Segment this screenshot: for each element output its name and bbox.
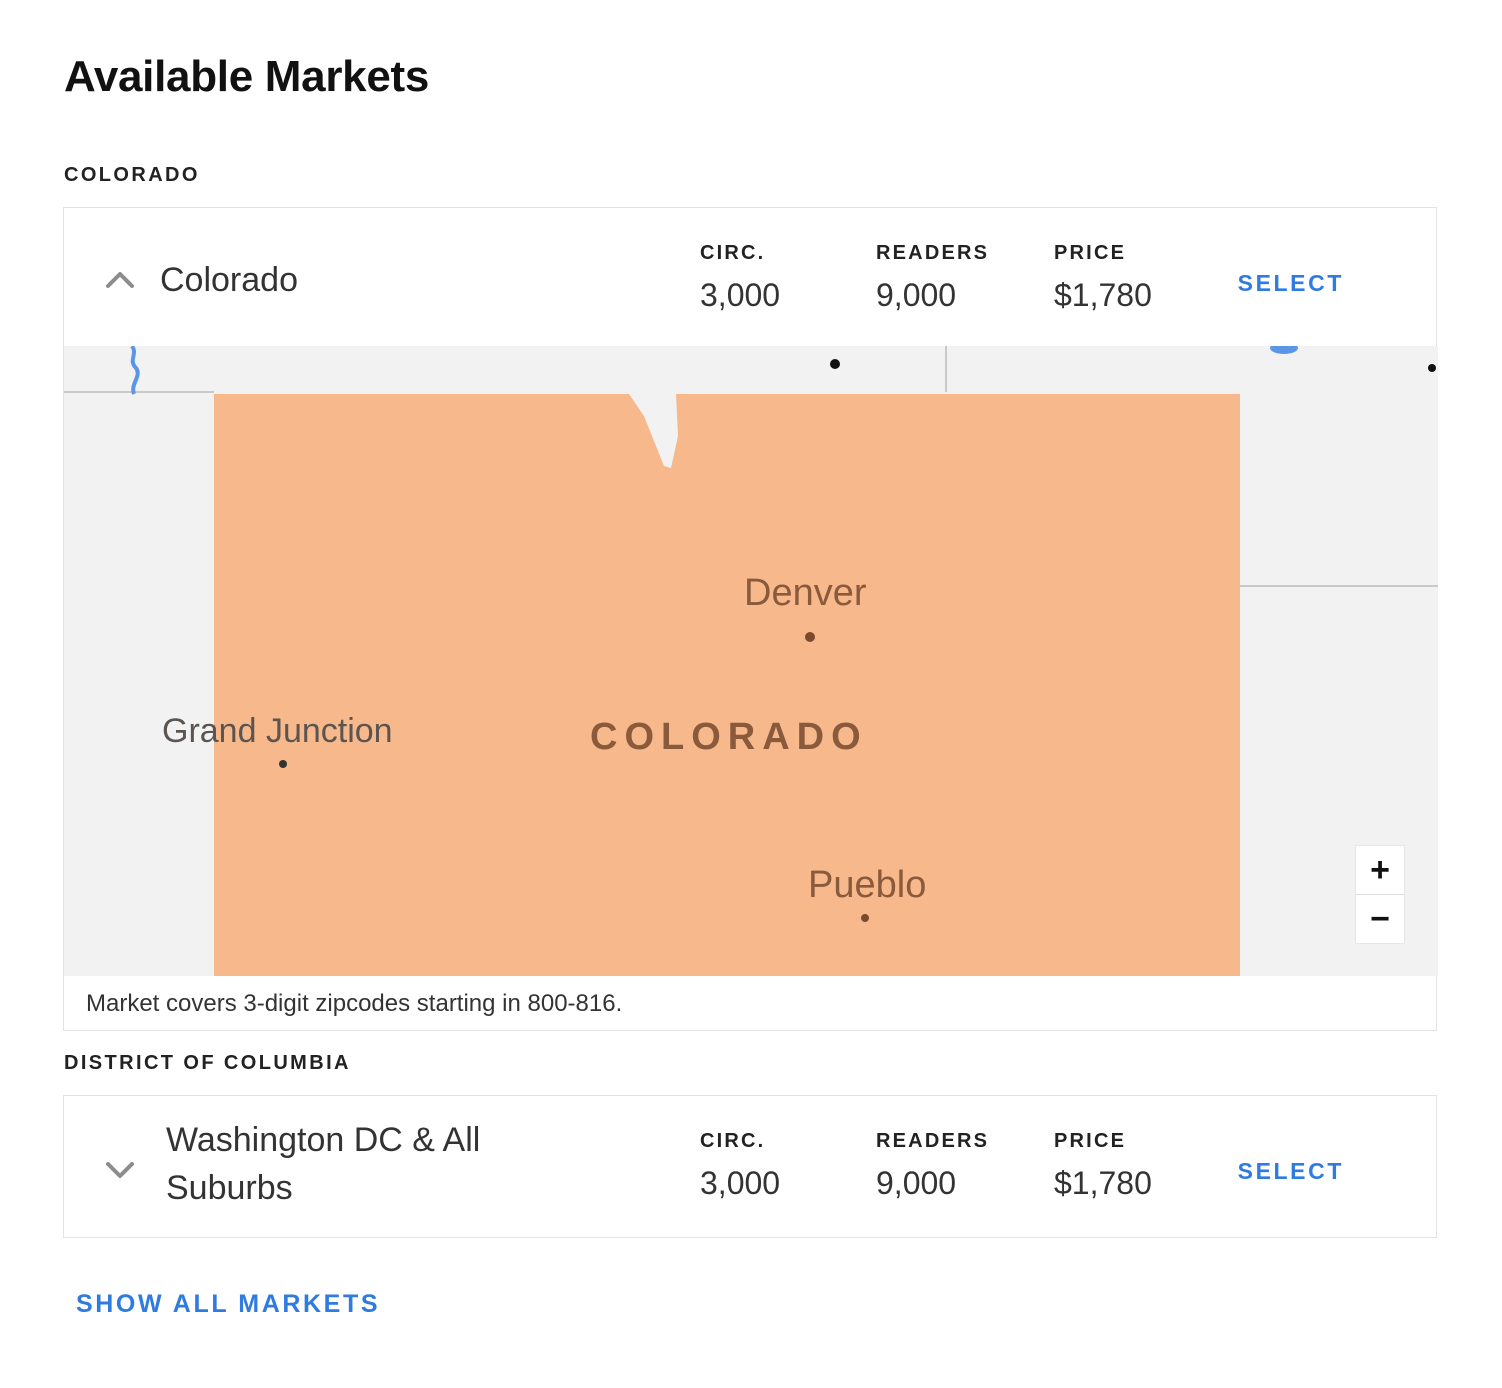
price-value: $1,780 — [1054, 277, 1152, 313]
price-stat: PRICE $1,780 — [1054, 242, 1152, 314]
price-stat: PRICE $1,780 — [1054, 1130, 1152, 1202]
readers-stat: READERS 9,000 — [876, 242, 989, 314]
readers-value: 9,000 — [876, 1165, 957, 1201]
market-row-colorado[interactable]: Colorado CIRC. 3,000 READERS 9,000 PRICE… — [64, 208, 1436, 346]
chevron-up-icon[interactable] — [104, 264, 136, 296]
circ-stat: CIRC. 3,000 — [700, 242, 780, 314]
page-title: Available Markets — [64, 52, 430, 101]
section-heading-colorado: COLORADO — [64, 164, 200, 186]
market-card-dc: Washington DC & All Suburbs CIRC. 3,000 … — [63, 1095, 1437, 1238]
readers-label: READERS — [876, 242, 990, 264]
map-city-label: Pueblo — [808, 864, 927, 906]
zoom-in-button[interactable]: + — [1356, 846, 1404, 894]
map-city-label: Grand Junction — [162, 712, 393, 750]
circ-label: CIRC. — [700, 242, 766, 264]
colorado-region — [214, 394, 1240, 976]
circ-value: 3,000 — [700, 277, 781, 313]
zoom-controls: + − — [1356, 846, 1404, 943]
market-map[interactable]: Denver Grand Junction Pueblo COLORADO + … — [64, 346, 1438, 976]
price-label: PRICE — [1054, 242, 1127, 264]
map-coverage-note: Market covers 3-digit zipcodes starting … — [86, 990, 623, 1017]
market-card-colorado: Colorado CIRC. 3,000 READERS 9,000 PRICE… — [63, 207, 1438, 1031]
section-heading-dc: DISTRICT OF COLUMBIA — [64, 1052, 351, 1074]
map-city-label: Denver — [744, 572, 867, 614]
map-canvas — [64, 346, 1438, 976]
market-row-dc[interactable]: Washington DC & All Suburbs CIRC. 3,000 … — [64, 1096, 1436, 1237]
circ-stat: CIRC. 3,000 — [700, 1130, 780, 1202]
price-label: PRICE — [1054, 1130, 1127, 1152]
readers-value: 9,000 — [876, 277, 957, 313]
price-value: $1,780 — [1054, 1165, 1152, 1201]
map-state-label: COLORADO — [590, 716, 868, 758]
circ-label: CIRC. — [700, 1130, 766, 1152]
zoom-out-button[interactable]: − — [1356, 894, 1404, 943]
select-button[interactable]: SELECT — [1238, 1158, 1344, 1185]
market-name: Colorado — [160, 261, 298, 299]
market-name: Washington DC & All Suburbs — [166, 1121, 481, 1207]
show-all-markets-link[interactable]: SHOW ALL MARKETS — [76, 1290, 380, 1319]
circ-value: 3,000 — [700, 1165, 781, 1201]
select-button[interactable]: SELECT — [1238, 270, 1344, 297]
readers-label: READERS — [876, 1130, 990, 1152]
readers-stat: READERS 9,000 — [876, 1130, 989, 1202]
chevron-down-icon[interactable] — [104, 1154, 136, 1186]
